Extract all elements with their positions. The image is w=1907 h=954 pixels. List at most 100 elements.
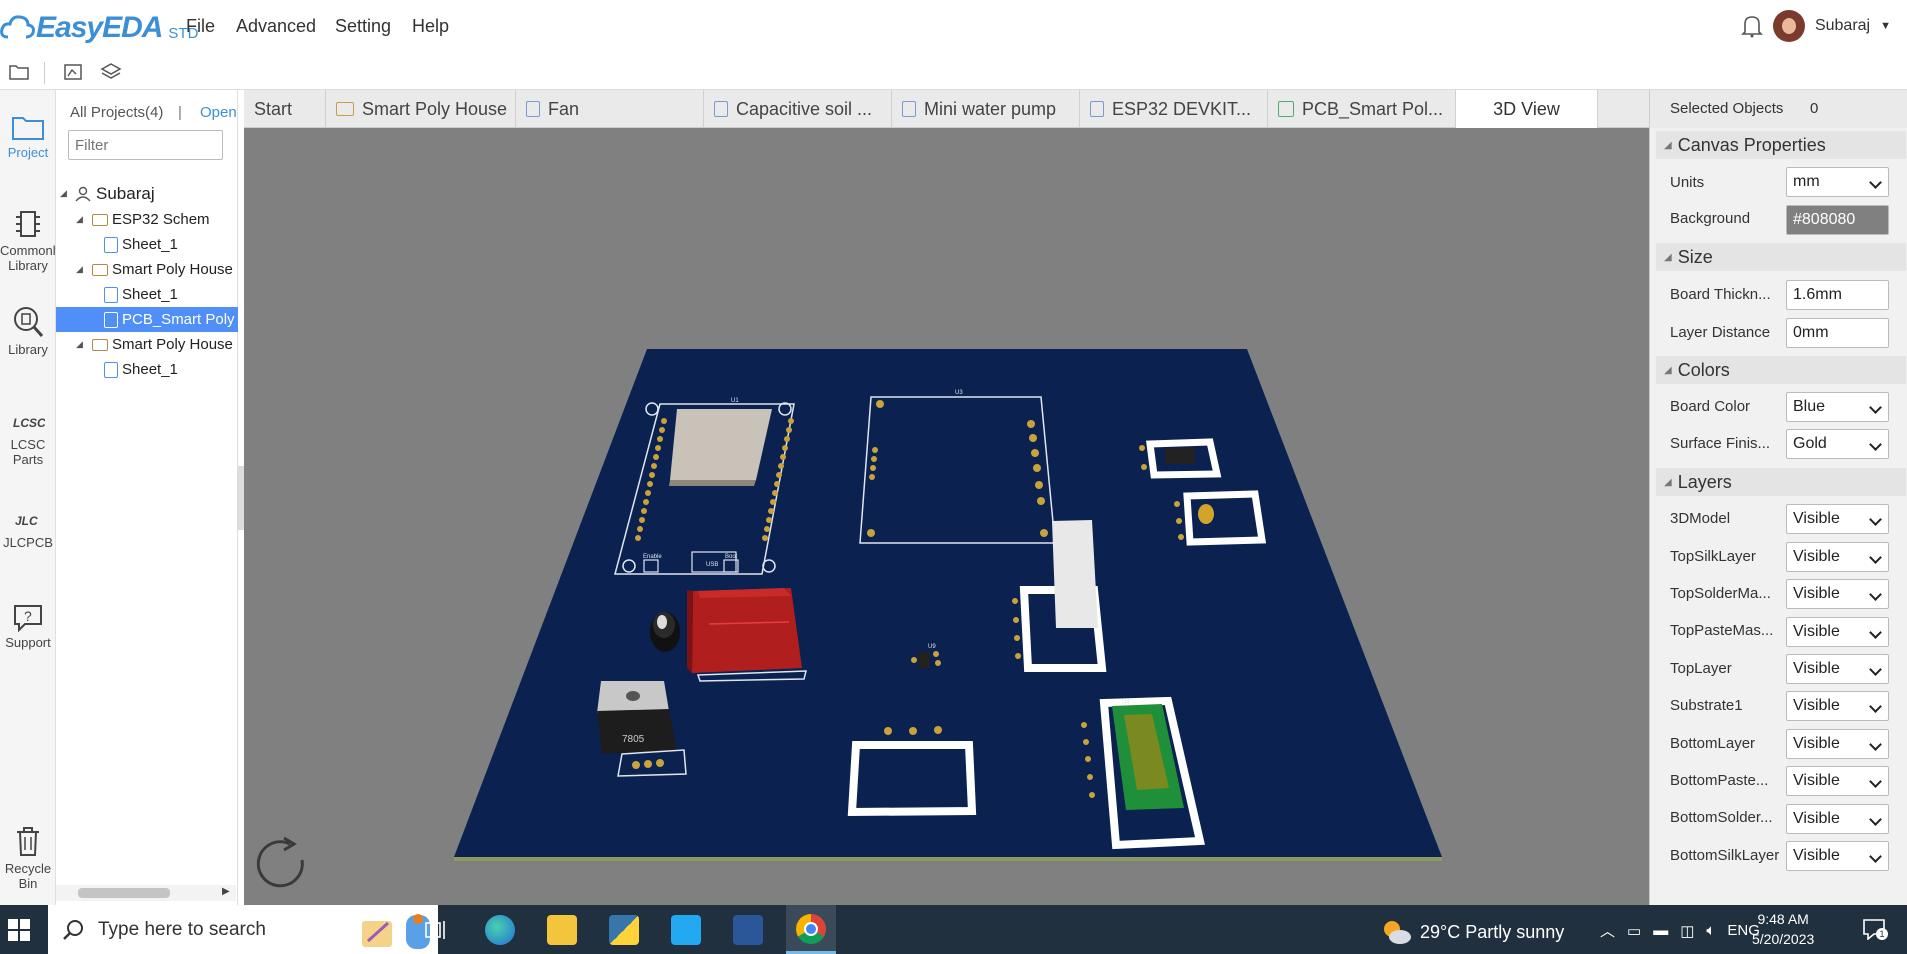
collapse-icon: ◢	[1664, 476, 1672, 488]
tree-folder[interactable]: ◢ ESP32 Schem	[56, 207, 238, 232]
chevron-up-icon[interactable]: ︿	[1600, 920, 1615, 941]
rail-jlcpcb[interactable]: JLC JLCPCB	[0, 508, 56, 550]
rotate-view-icon[interactable]	[254, 834, 314, 894]
layers-icon[interactable]	[100, 62, 122, 82]
tree-sheet[interactable]: Sheet_1	[56, 357, 238, 382]
3d-canvas[interactable]: USB Enable Boot U1 U3 7805 U9 U4	[244, 128, 1649, 905]
word-icon[interactable]	[733, 915, 763, 945]
notification-center[interactable]: 1	[1862, 918, 1888, 941]
battery-icon[interactable]: ▬	[1653, 922, 1668, 939]
caret-down-icon[interactable]: ▼	[1880, 20, 1891, 32]
board-thickness-value: 1.6mm	[1793, 286, 1842, 303]
surface-finish-select[interactable]: Gold	[1786, 429, 1889, 459]
tree-folder[interactable]: ◢ Smart Poly House	[56, 332, 238, 357]
cloud-logo-icon	[0, 15, 35, 39]
layer-visibility-select[interactable]: Visible	[1786, 841, 1889, 871]
tree-folder[interactable]: ◢ Smart Poly House	[56, 257, 238, 282]
layer-visibility-select[interactable]: Visible	[1786, 504, 1889, 534]
background-color-field[interactable]: #808080	[1786, 205, 1889, 235]
filter-input[interactable]	[68, 130, 223, 160]
layer-label: Substrate1	[1670, 697, 1743, 714]
tree-horizontal-scrollbar[interactable]: ▶	[56, 885, 236, 901]
collapse-icon[interactable]: ◢	[76, 264, 86, 275]
user-name[interactable]: Subaraj	[1815, 17, 1870, 35]
tree-root[interactable]: ◢ Subaraj	[56, 181, 238, 206]
weather-widget[interactable]: 29°C Partly sunny	[1380, 919, 1564, 945]
menu-help[interactable]: Help	[412, 16, 449, 37]
menu-file[interactable]: File	[186, 16, 215, 37]
open-link[interactable]: Open	[200, 104, 237, 121]
tab-esp32-devkit[interactable]: ESP32 DEVKIT...	[1080, 90, 1268, 128]
colors-header[interactable]: ◢ Colors	[1656, 356, 1906, 384]
volume-icon[interactable]: 🔈︎	[1706, 922, 1715, 939]
board-view-icon[interactable]	[62, 62, 84, 82]
layer-visibility-select[interactable]: Visible	[1786, 617, 1889, 647]
collapse-icon[interactable]: ◢	[76, 214, 86, 225]
rail-project[interactable]: Project	[0, 112, 56, 160]
scrollbar-thumb[interactable]	[78, 888, 170, 898]
background-label: Background	[1670, 210, 1751, 227]
layer-distance-value: 0mm	[1793, 324, 1829, 341]
avatar[interactable]	[1772, 10, 1805, 42]
tab-smart-poly-house[interactable]: Smart Poly House	[326, 90, 516, 128]
rail-support[interactable]: ? Support	[0, 602, 56, 650]
size-header[interactable]: ◢ Size	[1656, 243, 1906, 271]
open-folder-icon[interactable]	[8, 62, 30, 82]
menu-setting[interactable]: Setting	[335, 16, 391, 37]
units-select[interactable]: mm	[1786, 167, 1889, 197]
board-color-select[interactable]: Blue	[1786, 392, 1889, 422]
tab-fan[interactable]: Fan	[516, 90, 704, 128]
layer-visibility-select[interactable]: Visible	[1786, 729, 1889, 759]
schematic-icon	[526, 101, 540, 117]
collapse-icon[interactable]: ◢	[60, 188, 70, 199]
layer-visibility-select[interactable]: Visible	[1786, 579, 1889, 609]
tab-start[interactable]: Start	[244, 90, 326, 128]
bell-icon[interactable]	[1741, 14, 1763, 38]
layers-header[interactable]: ◢ Layers	[1656, 468, 1906, 496]
network-icon[interactable]: ◫	[1680, 922, 1694, 940]
taskbar-search[interactable]: Type here to search	[48, 905, 438, 954]
easyeda-logo[interactable]: EasyEDA STD	[0, 8, 198, 48]
rail-recycle-bin[interactable]: Recycle Bin	[0, 824, 56, 891]
task-view-icon[interactable]	[424, 919, 448, 941]
tab-3d-view[interactable]: 3D View	[1456, 90, 1598, 128]
surface-finish-value: Gold	[1793, 435, 1827, 452]
tree-pcb-selected[interactable]: PCB_Smart Poly	[56, 307, 238, 332]
edge-icon[interactable]	[485, 915, 515, 945]
brand-name: EasyEDA	[36, 11, 163, 44]
tree-sheet[interactable]: Sheet_1	[56, 282, 238, 307]
collapse-icon[interactable]: ◢	[76, 339, 86, 350]
rail-commonly-library[interactable]: Commonly Library	[0, 208, 62, 273]
board-thickness-label: Board Thickn...	[1670, 286, 1771, 303]
section-title: Layers	[1677, 471, 1732, 492]
chrome-taskbar-button[interactable]	[786, 905, 836, 954]
file-explorer-icon[interactable]	[547, 915, 577, 945]
all-projects-link[interactable]: All Projects(4)	[70, 104, 163, 121]
windows-start-icon[interactable]	[8, 919, 30, 941]
layer-visibility-select[interactable]: Visible	[1786, 804, 1889, 834]
layer-distance-input[interactable]: 0mm	[1786, 318, 1889, 348]
vscode-icon[interactable]	[671, 915, 701, 945]
rail-label: Project	[7, 145, 49, 160]
rail-label: Commonly Library	[0, 243, 63, 273]
layer-visibility-select[interactable]: Visible	[1786, 654, 1889, 684]
layer-label: TopSilkLayer	[1670, 548, 1756, 565]
layer-visibility-select[interactable]: Visible	[1786, 766, 1889, 796]
tab-mini-water-pump[interactable]: Mini water pump	[892, 90, 1080, 128]
rail-library[interactable]: Library	[0, 305, 56, 357]
tab-label: Capacitive soil ...	[736, 98, 873, 119]
tab-pcb-smart-poly[interactable]: PCB_Smart Pol...	[1268, 90, 1456, 128]
clock[interactable]: 9:48 AM 5/20/2023	[1752, 909, 1814, 949]
layer-visibility-select[interactable]: Visible	[1786, 691, 1889, 721]
canvas-properties-header[interactable]: ◢ Canvas Properties	[1656, 131, 1906, 159]
tab-capacitive-soil[interactable]: Capacitive soil ...	[704, 90, 892, 128]
python-icon[interactable]	[609, 915, 639, 945]
scroll-right-icon[interactable]: ▶	[222, 886, 230, 897]
layer-visibility-select[interactable]: Visible	[1786, 542, 1889, 572]
rail-lcsc-parts[interactable]: LCSC LCSC Parts	[0, 410, 56, 467]
menu-advanced[interactable]: Advanced	[236, 16, 316, 37]
tree-sheet[interactable]: Sheet_1	[56, 232, 238, 257]
meet-icon[interactable]: ▭	[1627, 922, 1641, 940]
board-thickness-input[interactable]: 1.6mm	[1786, 280, 1889, 310]
clock-time: 9:48 AM	[1757, 911, 1809, 927]
